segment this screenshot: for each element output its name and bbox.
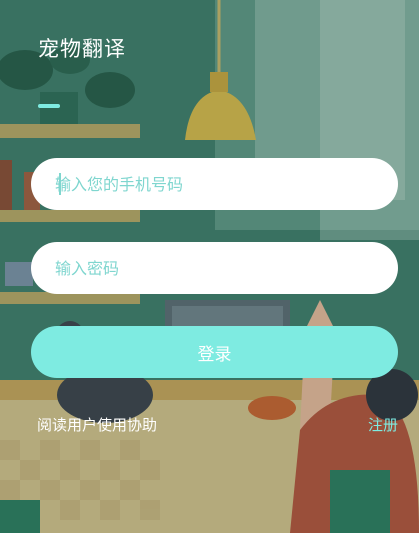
phone-input[interactable] [53, 173, 376, 195]
login-button[interactable]: 登录 [31, 326, 398, 378]
page-title: 宠物翻译 [38, 37, 126, 61]
text-cursor [59, 173, 61, 195]
user-agreement-link[interactable]: 阅读用户使用协助 [37, 414, 157, 435]
title-underline [38, 104, 60, 108]
password-input[interactable] [53, 257, 376, 279]
register-link[interactable]: 注册 [368, 414, 398, 435]
password-field[interactable] [31, 242, 398, 294]
phone-field[interactable] [31, 158, 398, 210]
